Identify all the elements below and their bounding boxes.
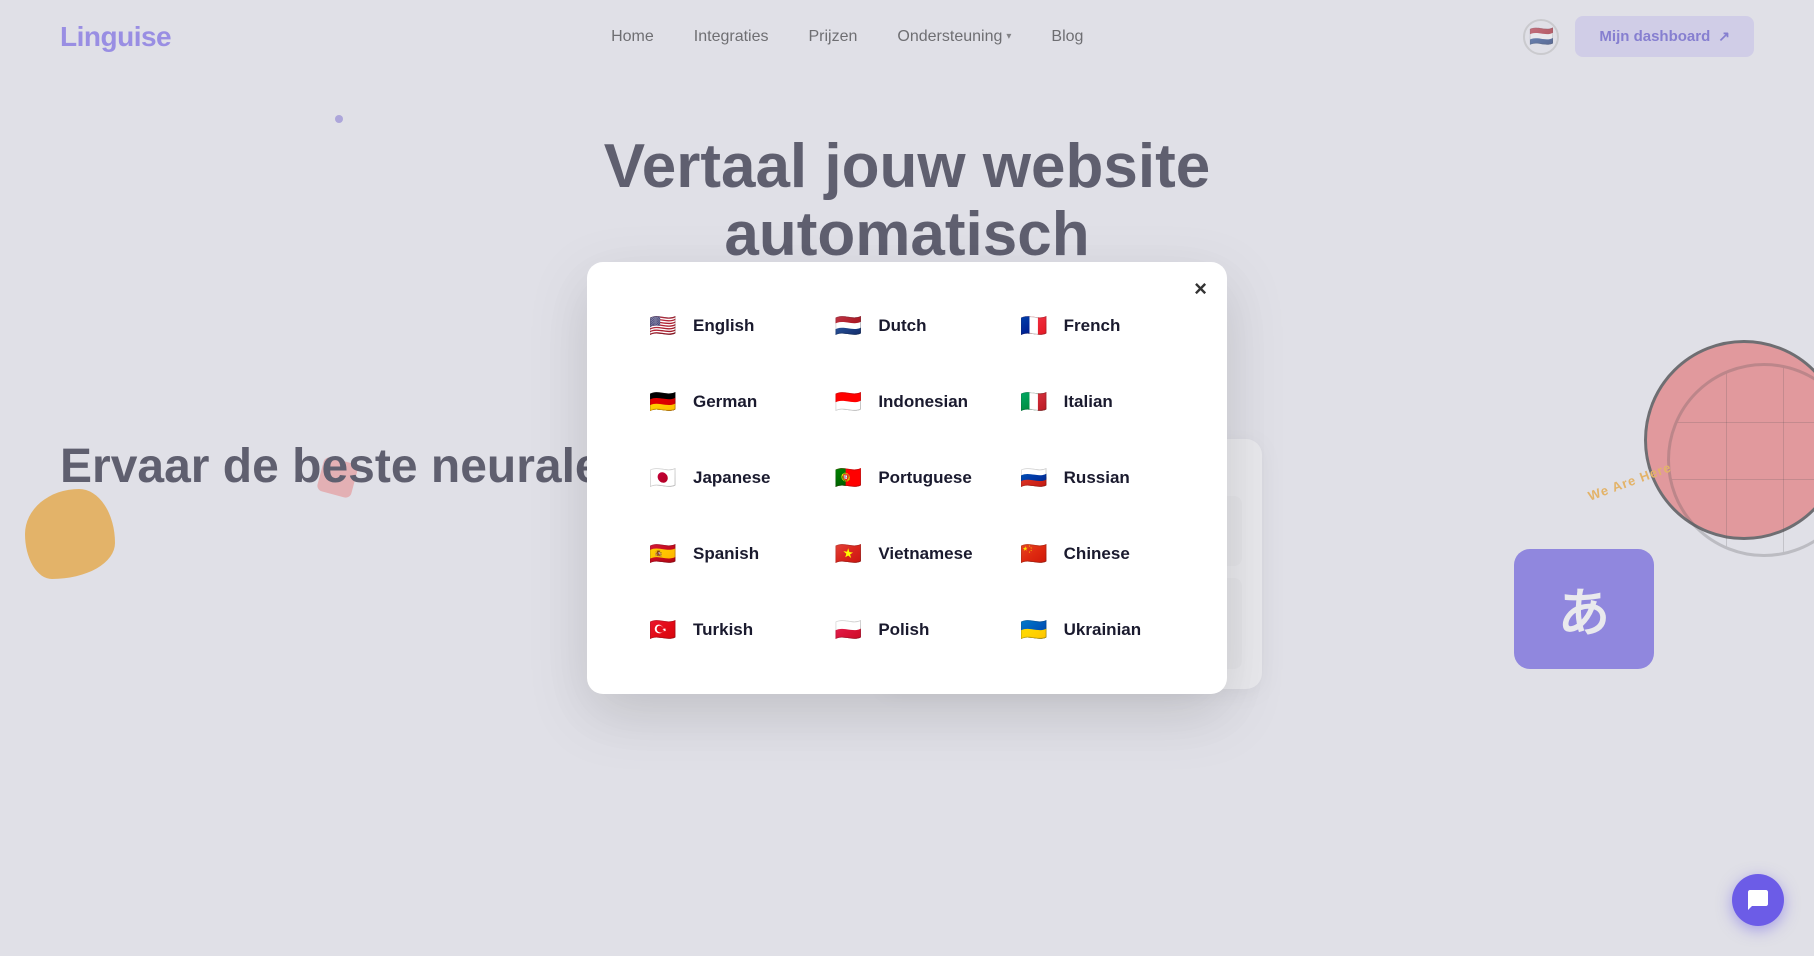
lang-item-french[interactable]: 🇫🇷 French bbox=[1008, 302, 1177, 350]
lang-name-japanese: Japanese bbox=[693, 468, 771, 488]
lang-name-dutch: Dutch bbox=[878, 316, 926, 336]
flag-italian: 🇮🇹 bbox=[1016, 384, 1052, 420]
lang-item-italian[interactable]: 🇮🇹 Italian bbox=[1008, 378, 1177, 426]
lang-item-ukrainian[interactable]: 🇺🇦 Ukrainian bbox=[1008, 606, 1177, 654]
flag-german: 🇩🇪 bbox=[645, 384, 681, 420]
lang-name-italian: Italian bbox=[1064, 392, 1113, 412]
lang-item-russian[interactable]: 🇷🇺 Russian bbox=[1008, 454, 1177, 502]
flag-russian: 🇷🇺 bbox=[1016, 460, 1052, 496]
flag-vietnamese: 🇻🇳 bbox=[830, 536, 866, 572]
lang-item-portuguese[interactable]: 🇵🇹 Portuguese bbox=[822, 454, 991, 502]
lang-item-dutch[interactable]: 🇳🇱 Dutch bbox=[822, 302, 991, 350]
lang-name-russian: Russian bbox=[1064, 468, 1130, 488]
flag-japanese: 🇯🇵 bbox=[645, 460, 681, 496]
lang-name-vietnamese: Vietnamese bbox=[878, 544, 972, 564]
flag-turkish: 🇹🇷 bbox=[645, 612, 681, 648]
flag-spanish: 🇪🇸 bbox=[645, 536, 681, 572]
language-grid: 🇺🇸 English 🇳🇱 Dutch 🇫🇷 French 🇩🇪 German … bbox=[637, 302, 1177, 654]
lang-name-spanish: Spanish bbox=[693, 544, 759, 564]
lang-item-german[interactable]: 🇩🇪 German bbox=[637, 378, 806, 426]
flag-portuguese: 🇵🇹 bbox=[830, 460, 866, 496]
flag-chinese: 🇨🇳 bbox=[1016, 536, 1052, 572]
chat-icon bbox=[1746, 888, 1770, 912]
lang-name-french: French bbox=[1064, 316, 1121, 336]
flag-indonesian: 🇮🇩 bbox=[830, 384, 866, 420]
lang-name-english: English bbox=[693, 316, 754, 336]
language-modal: × 🇺🇸 English 🇳🇱 Dutch 🇫🇷 French 🇩🇪 Germa… bbox=[587, 262, 1227, 694]
lang-item-spanish[interactable]: 🇪🇸 Spanish bbox=[637, 530, 806, 578]
modal-overlay[interactable]: × 🇺🇸 English 🇳🇱 Dutch 🇫🇷 French 🇩🇪 Germa… bbox=[0, 0, 1814, 956]
lang-name-portuguese: Portuguese bbox=[878, 468, 972, 488]
lang-name-german: German bbox=[693, 392, 757, 412]
flag-polish: 🇵🇱 bbox=[830, 612, 866, 648]
lang-item-chinese[interactable]: 🇨🇳 Chinese bbox=[1008, 530, 1177, 578]
lang-item-indonesian[interactable]: 🇮🇩 Indonesian bbox=[822, 378, 991, 426]
flag-ukrainian: 🇺🇦 bbox=[1016, 612, 1052, 648]
lang-name-turkish: Turkish bbox=[693, 620, 753, 640]
lang-item-english[interactable]: 🇺🇸 English bbox=[637, 302, 806, 350]
lang-item-polish[interactable]: 🇵🇱 Polish bbox=[822, 606, 991, 654]
lang-name-indonesian: Indonesian bbox=[878, 392, 968, 412]
modal-close-button[interactable]: × bbox=[1194, 278, 1207, 300]
flag-dutch: 🇳🇱 bbox=[830, 308, 866, 344]
lang-item-turkish[interactable]: 🇹🇷 Turkish bbox=[637, 606, 806, 654]
flag-english: 🇺🇸 bbox=[645, 308, 681, 344]
lang-item-vietnamese[interactable]: 🇻🇳 Vietnamese bbox=[822, 530, 991, 578]
lang-name-ukrainian: Ukrainian bbox=[1064, 620, 1141, 640]
lang-item-japanese[interactable]: 🇯🇵 Japanese bbox=[637, 454, 806, 502]
lang-name-chinese: Chinese bbox=[1064, 544, 1130, 564]
flag-french: 🇫🇷 bbox=[1016, 308, 1052, 344]
lang-name-polish: Polish bbox=[878, 620, 929, 640]
chat-bubble[interactable] bbox=[1732, 874, 1784, 926]
